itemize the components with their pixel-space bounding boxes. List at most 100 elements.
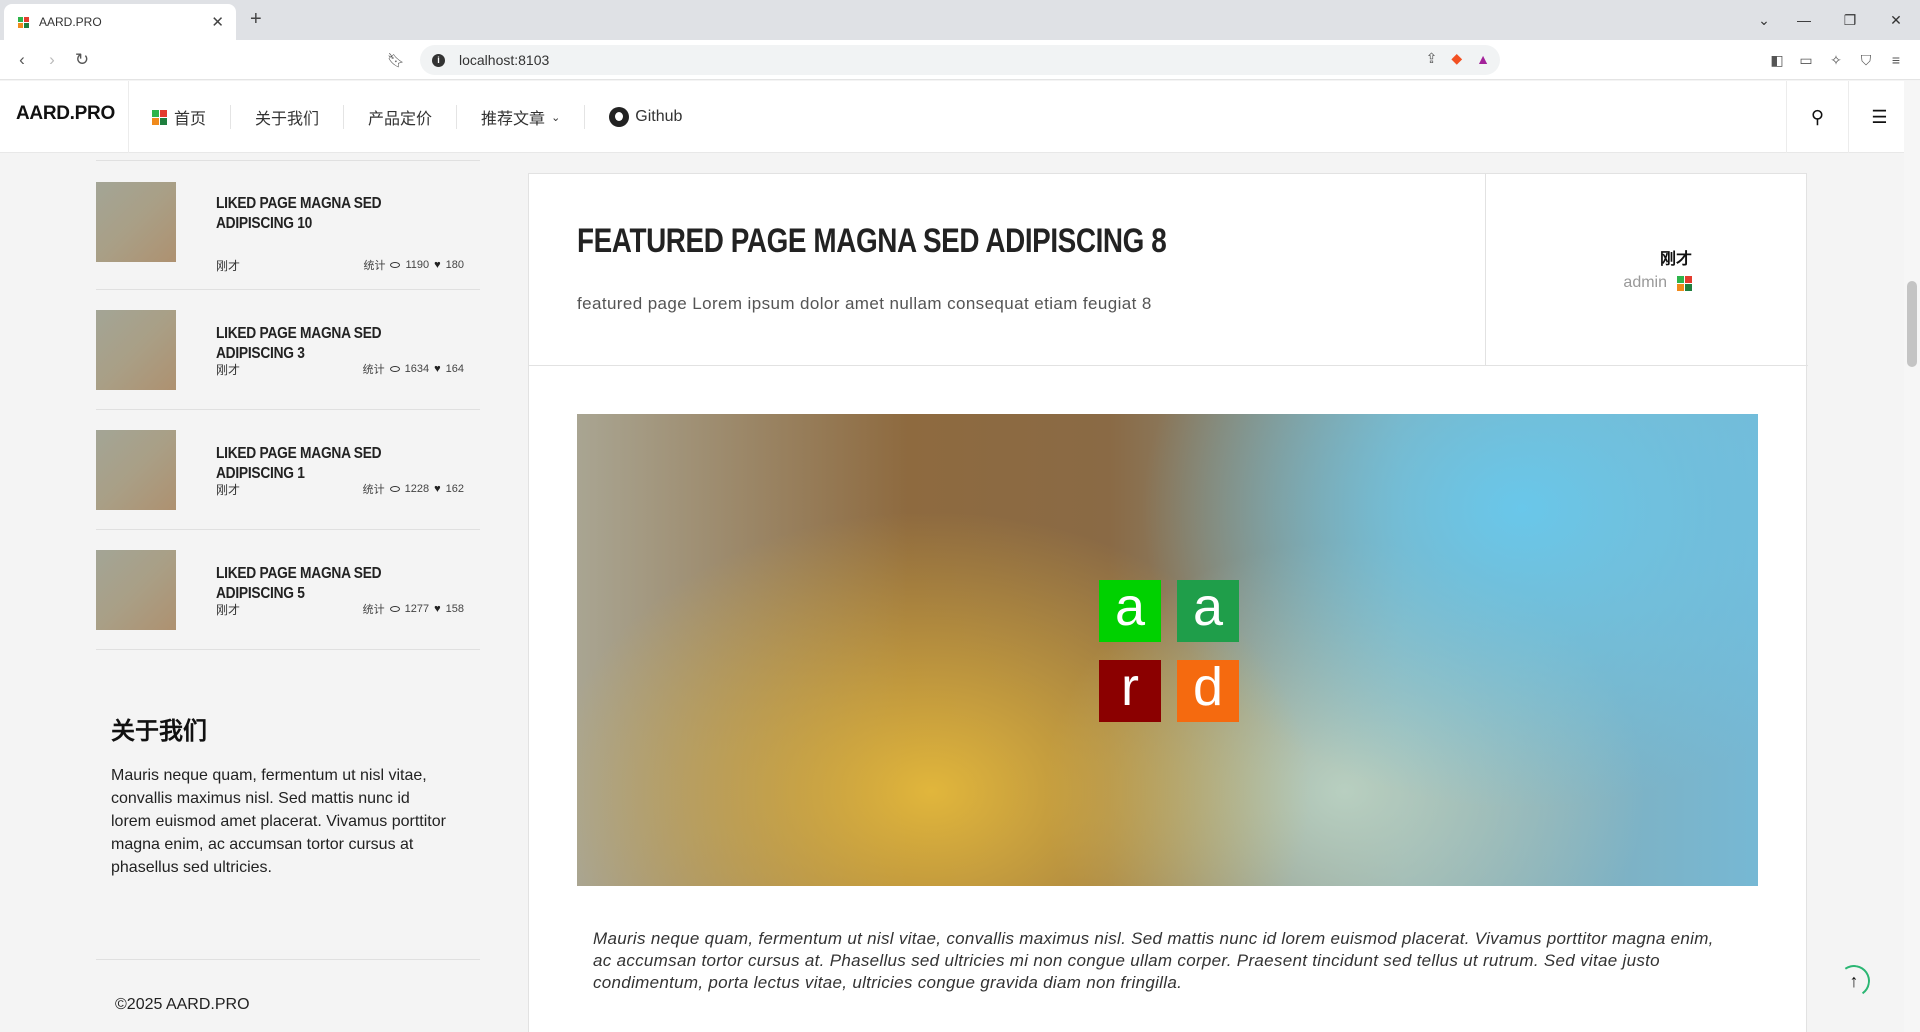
brave-shield-icon[interactable]: ◆ xyxy=(1451,50,1462,67)
main-menu: 首页 关于我们 产品定价 推荐文章 ⌄ Github xyxy=(128,81,706,153)
address-bar[interactable]: i localhost:8103 ⇪ ◆ ▲ xyxy=(420,45,1500,75)
vpn-icon[interactable]: ⛉ xyxy=(1856,49,1876,71)
post-stats: 统计 1277 ♥ 158 xyxy=(362,603,464,616)
heart-icon: ♥ xyxy=(434,603,441,615)
minimize-icon[interactable]: — xyxy=(1782,0,1826,40)
about-text: Mauris neque quam, fermentum ut nisl vit… xyxy=(111,767,446,876)
site-info-icon[interactable]: i xyxy=(432,53,445,67)
heart-icon: ♥ xyxy=(434,259,441,271)
home-logo-icon xyxy=(152,109,167,125)
menu-label: 关于我们 xyxy=(255,111,320,128)
view-count: 1634 xyxy=(404,363,430,375)
search-icon: ⚲ xyxy=(1810,106,1825,127)
post-thumbnail[interactable] xyxy=(96,182,176,262)
browser-tab[interactable]: AARD.PRO ✕ xyxy=(4,4,236,40)
menu-label: 推荐文章 xyxy=(481,111,546,128)
close-tab-icon[interactable]: ✕ xyxy=(211,15,224,30)
logo-letter: r xyxy=(1099,660,1161,722)
heart-icon: ♥ xyxy=(434,363,441,375)
close-window-icon[interactable]: ✕ xyxy=(1874,0,1918,40)
forward-icon[interactable]: › xyxy=(40,48,64,72)
post-date: 刚才 xyxy=(216,603,241,617)
browser-toolbar: ‹ › ↻ 🔖︎ i localhost:8103 ⇪ ◆ ▲ ◧ ▭ ✧ ⛉ … xyxy=(0,40,1920,80)
post-date: 刚才 xyxy=(216,483,241,497)
article-author[interactable]: admin xyxy=(1623,274,1692,292)
sidebar-toggle-icon[interactable]: ◧ xyxy=(1767,49,1787,71)
author-name[interactable]: admin xyxy=(1623,274,1667,292)
url-text[interactable]: localhost:8103 xyxy=(459,52,549,68)
eye-icon xyxy=(389,486,400,492)
article-hero-image: a a r d xyxy=(577,414,1758,886)
article-header: FEATURED PAGE MAGNA SED ADIPISCING 8 fea… xyxy=(529,174,1808,366)
share-icon[interactable]: ⇪ xyxy=(1426,50,1438,67)
page-scrollbar[interactable] xyxy=(1904,81,1920,1032)
menu-label: 首页 xyxy=(174,111,207,128)
hamburger-icon: ☰ xyxy=(1871,106,1888,127)
like-count: 158 xyxy=(445,603,464,615)
chevron-down-icon: ⌄ xyxy=(551,111,561,124)
menu-item-articles[interactable]: 推荐文章 ⌄ xyxy=(457,105,586,129)
post-title[interactable]: LIKED PAGE MAGNA SED ADIPISCING 1 xyxy=(216,444,431,484)
article-body: Mauris neque quam, fermentum ut nisl vit… xyxy=(593,929,1714,992)
view-count: 1228 xyxy=(404,483,430,495)
browser-menu-icon[interactable]: ≡ xyxy=(1886,49,1906,71)
view-count: 1190 xyxy=(405,259,430,271)
reload-icon[interactable]: ↻ xyxy=(70,48,94,72)
favicon-icon xyxy=(18,16,29,28)
liked-post-item[interactable]: LIKED PAGE MAGNA SED ADIPISCING 3 刚才 统计 … xyxy=(96,290,480,410)
post-title[interactable]: LIKED PAGE MAGNA SED ADIPISCING 10 xyxy=(216,194,431,234)
menu-label: Github xyxy=(635,108,683,125)
eye-icon xyxy=(389,606,400,612)
eye-icon xyxy=(389,366,400,372)
search-button[interactable]: ⚲ xyxy=(1786,81,1848,153)
scrollbar-thumb[interactable] xyxy=(1907,281,1917,367)
github-icon xyxy=(609,107,630,127)
article-subtitle: featured page Lorem ipsum dolor amet nul… xyxy=(577,294,1152,313)
heart-icon: ♥ xyxy=(434,483,441,495)
menu-item-about[interactable]: 关于我们 xyxy=(231,105,345,129)
about-heading: 关于我们 xyxy=(111,718,207,745)
eye-icon xyxy=(390,262,401,268)
logo-letter: a xyxy=(1177,580,1239,642)
browser-tab-bar: AARD.PRO ✕ + ⌄ — ❐ ✕ xyxy=(0,0,1920,40)
brave-rewards-icon[interactable]: ▲ xyxy=(1476,51,1490,67)
menu-item-home[interactable]: 首页 xyxy=(128,105,232,129)
post-thumbnail[interactable] xyxy=(96,310,176,390)
logo-letter: a xyxy=(1099,580,1161,642)
post-thumbnail[interactable] xyxy=(96,430,176,510)
post-title[interactable]: LIKED PAGE MAGNA SED ADIPISCING 5 xyxy=(216,564,431,604)
wallet-icon[interactable]: ▭ xyxy=(1796,49,1816,71)
site-header: AARD.PRO 首页 关于我们 产品定价 推荐文章 ⌄ Github ⚲ ☰ xyxy=(0,81,1920,153)
view-count: 1277 xyxy=(404,603,430,615)
arrow-up-icon: ↑ xyxy=(1849,970,1859,991)
article-meta: 刚才 admin xyxy=(1485,174,1808,366)
post-thumbnail[interactable] xyxy=(96,550,176,630)
site-logo[interactable]: AARD.PRO xyxy=(16,103,115,125)
post-date: 刚才 xyxy=(216,363,241,377)
aard-logo: a a r d xyxy=(1099,580,1239,722)
post-title[interactable]: LIKED PAGE MAGNA SED ADIPISCING 3 xyxy=(216,324,431,364)
menu-button[interactable]: ☰ xyxy=(1848,81,1910,153)
article: FEATURED PAGE MAGNA SED ADIPISCING 8 fea… xyxy=(528,173,1808,1032)
bookmark-icon[interactable]: 🔖︎ xyxy=(384,48,408,72)
tab-search-icon[interactable]: ⌄ xyxy=(1742,0,1786,40)
post-date: 刚才 xyxy=(216,259,241,273)
scroll-to-top-button[interactable]: ↑ xyxy=(1838,965,1870,997)
like-count: 180 xyxy=(445,259,464,271)
new-tab-icon[interactable]: + xyxy=(250,9,262,29)
author-avatar-icon[interactable] xyxy=(1677,275,1692,291)
sidebar: LIKED PAGE MAGNA SED ADIPISCING 10 刚才 统计… xyxy=(96,153,480,1032)
menu-item-github[interactable]: Github xyxy=(585,105,706,129)
menu-item-pricing[interactable]: 产品定价 xyxy=(344,105,458,129)
back-icon[interactable]: ‹ xyxy=(10,48,34,72)
liked-post-item[interactable]: LIKED PAGE MAGNA SED ADIPISCING 5 刚才 统计 … xyxy=(96,530,480,650)
leo-ai-icon[interactable]: ✧ xyxy=(1826,49,1846,71)
post-stats: 统计 1228 ♥ 162 xyxy=(362,483,464,496)
liked-post-item[interactable]: LIKED PAGE MAGNA SED ADIPISCING 10 刚才 统计… xyxy=(96,160,480,290)
tab-title: AARD.PRO xyxy=(39,15,102,29)
article-title: FEATURED PAGE MAGNA SED ADIPISCING 8 xyxy=(577,222,1167,260)
restore-icon[interactable]: ❐ xyxy=(1828,0,1872,40)
logo-letter: d xyxy=(1177,660,1239,722)
like-count: 162 xyxy=(445,483,464,495)
liked-post-item[interactable]: LIKED PAGE MAGNA SED ADIPISCING 1 刚才 统计 … xyxy=(96,410,480,530)
